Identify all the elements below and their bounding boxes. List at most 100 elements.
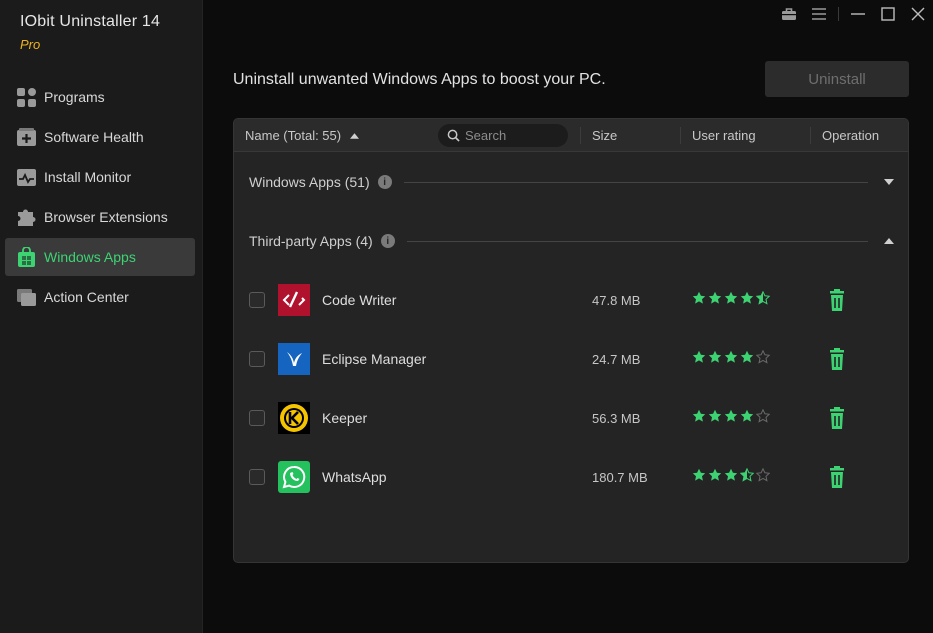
group-label: Windows Apps (51) [249, 174, 370, 190]
app-edition: Pro [20, 37, 41, 52]
chevron-down-icon[interactable] [884, 179, 894, 185]
keeper-icon [278, 402, 310, 434]
column-rating-header[interactable]: User rating [692, 119, 756, 152]
star-full-icon [692, 350, 706, 363]
info-icon[interactable]: i [377, 175, 392, 189]
sidebar: IObit Uninstaller 14 Pro Programs Softwa… [0, 0, 203, 633]
sidebar-item-install-monitor[interactable]: Install Monitor [5, 158, 195, 196]
search-box[interactable] [438, 124, 568, 147]
group-divider [403, 181, 868, 183]
puzzle-icon [16, 207, 37, 228]
row-checkbox[interactable] [249, 469, 265, 485]
software-health-icon [16, 127, 37, 148]
windows-apps-icon [16, 246, 37, 268]
star-full-icon [740, 291, 754, 304]
star-full-icon [740, 409, 754, 422]
app-name: Code Writer [322, 292, 397, 308]
column-divider [680, 127, 681, 144]
sidebar-item-windows-apps[interactable]: Windows Apps [5, 238, 195, 276]
row-checkbox[interactable] [249, 410, 265, 426]
sidebar-item-label: Action Center [44, 289, 129, 305]
trash-button[interactable] [827, 348, 847, 370]
star-full-icon [692, 291, 706, 304]
app-size: 47.8 MB [592, 293, 641, 308]
install-monitor-icon [16, 167, 37, 188]
page-headline: Uninstall unwanted Windows Apps to boost… [233, 71, 606, 88]
star-full-icon [708, 468, 722, 481]
rating-stars [692, 468, 772, 482]
trash-icon [830, 289, 844, 311]
toolbox-button[interactable] [774, 5, 804, 23]
column-name-label: Name (Total: 55) [245, 128, 342, 143]
star-full-icon [724, 291, 738, 304]
star-half-icon [756, 291, 770, 305]
whatsapp-icon [278, 461, 310, 493]
titlebar-divider [838, 7, 839, 21]
sidebar-item-label: Install Monitor [44, 169, 132, 185]
maximize-button[interactable] [873, 5, 903, 23]
programs-icon [16, 87, 37, 108]
eclipse-manager-icon [278, 343, 310, 375]
star-full-icon [692, 468, 706, 481]
star-full-icon [708, 291, 722, 304]
menu-icon [812, 8, 826, 20]
action-center-icon [16, 287, 37, 308]
app-size: 180.7 MB [592, 470, 648, 485]
sidebar-item-label: Software Health [44, 129, 144, 145]
table-header: Name (Total: 55) Size User rating Operat… [234, 119, 908, 152]
close-button[interactable] [903, 5, 933, 23]
sidebar-item-software-health[interactable]: Software Health [5, 118, 195, 156]
search-input[interactable] [465, 128, 560, 143]
sidebar-item-programs[interactable]: Programs [5, 78, 195, 116]
sidebar-item-label: Programs [44, 89, 105, 105]
search-icon [447, 129, 460, 142]
star-full-icon [708, 350, 722, 363]
group-third-party-apps[interactable]: Third-party Apps (4) i [249, 229, 894, 253]
trash-button[interactable] [827, 466, 847, 488]
sort-ascending-icon [350, 132, 360, 139]
group-divider [406, 240, 868, 242]
rating-stars [692, 291, 772, 305]
star-empty-icon [756, 409, 770, 423]
star-full-icon [724, 350, 738, 363]
column-size-header[interactable]: Size [592, 119, 617, 152]
star-full-icon [724, 409, 738, 422]
brand: IObit Uninstaller 14 Pro [20, 13, 160, 52]
group-windows-apps[interactable]: Windows Apps (51) i [249, 170, 894, 194]
column-name-header[interactable]: Name (Total: 55) [245, 119, 360, 152]
table-row[interactable]: Code Writer 47.8 MB [234, 271, 908, 330]
column-divider [580, 127, 581, 144]
table-row[interactable]: Keeper 56.3 MB [234, 389, 908, 448]
trash-icon [830, 348, 844, 370]
sidebar-item-action-center[interactable]: Action Center [5, 278, 195, 316]
row-checkbox[interactable] [249, 351, 265, 367]
close-icon [911, 7, 925, 21]
info-icon[interactable]: i [380, 234, 395, 248]
app-title: IObit Uninstaller 14 [20, 13, 161, 30]
apps-table: Name (Total: 55) Size User rating Operat… [233, 118, 909, 563]
sidebar-item-browser-extensions[interactable]: Browser Extensions [5, 198, 195, 236]
column-divider [810, 127, 811, 144]
trash-button[interactable] [827, 289, 847, 311]
trash-icon [830, 407, 844, 429]
app-size: 56.3 MB [592, 411, 641, 426]
star-full-icon [692, 409, 706, 422]
star-empty-icon [756, 468, 770, 482]
chevron-up-icon[interactable] [884, 238, 894, 244]
table-row[interactable]: Eclipse Manager 24.7 MB [234, 330, 908, 389]
minimize-button[interactable] [843, 5, 873, 23]
rating-stars [692, 350, 772, 364]
menu-button[interactable] [804, 5, 834, 23]
app-name: WhatsApp [322, 469, 387, 485]
star-full-icon [740, 350, 754, 363]
star-full-icon [724, 468, 738, 481]
minimize-icon [851, 13, 865, 15]
sidebar-nav: Programs Software Health Install Monitor… [5, 78, 195, 318]
app-name: Eclipse Manager [322, 351, 427, 367]
app-name: Keeper [322, 410, 368, 426]
uninstall-button[interactable]: Uninstall [765, 61, 909, 97]
trash-button[interactable] [827, 407, 847, 429]
sidebar-item-label: Windows Apps [44, 249, 136, 265]
table-row[interactable]: WhatsApp 180.7 MB [234, 448, 908, 507]
row-checkbox[interactable] [249, 292, 265, 308]
